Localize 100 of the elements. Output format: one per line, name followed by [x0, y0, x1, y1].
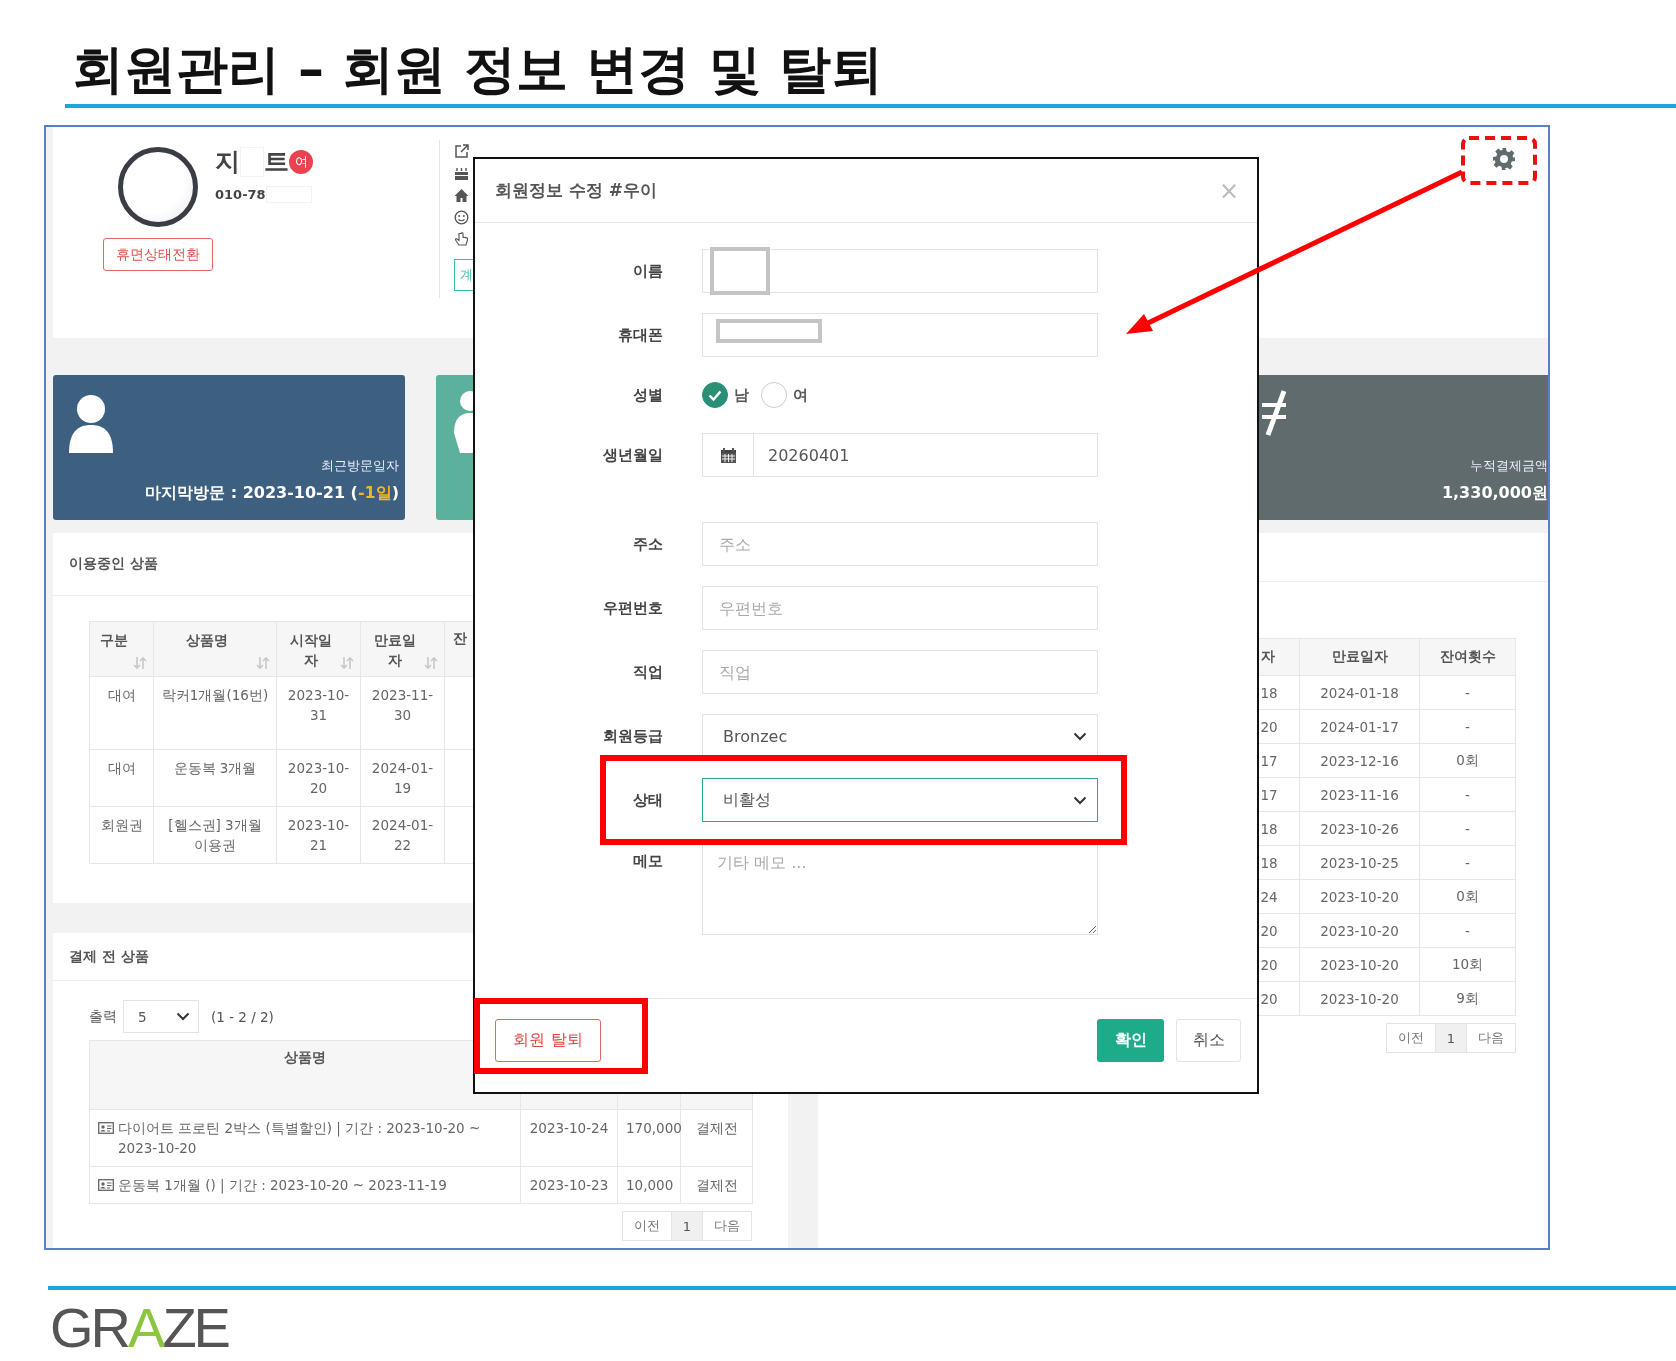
table-cell: 대여 — [107, 687, 136, 703]
table-cell: 2024-01-22 — [371, 817, 434, 853]
table-cell: 18 — [1260, 684, 1278, 701]
sort-icon[interactable] — [133, 656, 147, 670]
table-cell: 2024-01-17 — [1320, 718, 1399, 735]
chevron-icon — [1073, 731, 1087, 741]
check-icon — [708, 389, 722, 401]
table-cell: 170,000 — [626, 1120, 682, 1136]
member-name: 지 — [215, 146, 240, 178]
select-field[interactable]: Bronzec — [702, 714, 1098, 758]
sort-icon[interactable] — [256, 656, 270, 670]
table-cell: 0회 — [1456, 751, 1479, 768]
page-button[interactable]: 이전 — [621, 1211, 672, 1241]
stat-value: 마지막방문 : 2023-10-21 (-1일) — [145, 483, 399, 504]
table-cell: 2023-12-16 — [1320, 752, 1399, 769]
column-header[interactable]: 자 — [1260, 648, 1275, 664]
withdraw-button[interactable]: 회원 탈퇴 — [495, 1019, 601, 1062]
logo: GRAZE — [50, 1300, 228, 1356]
field-label: 휴대폰 — [618, 325, 663, 345]
input-field[interactable]: 주소 — [702, 522, 1098, 566]
id-card-icon — [98, 1179, 114, 1191]
column-header[interactable]: 상품명 — [284, 1049, 326, 1065]
home-icon — [454, 188, 469, 203]
table-cell: 20 — [1260, 956, 1278, 973]
slide-title: 회원관리 – 회원 정보 변경 및 탈퇴 — [72, 38, 884, 101]
field-label: 생년월일 — [603, 445, 663, 465]
table-cell: 9회 — [1456, 989, 1479, 1006]
column-header[interactable]: 만료일자 — [1331, 648, 1388, 664]
table-cell: 2023-11-30 — [371, 687, 434, 723]
page-button[interactable]: 이전 — [1385, 1023, 1436, 1053]
currency-icon — [1262, 389, 1286, 437]
table-cell: 2023-10-20 — [1320, 956, 1399, 973]
calendar-icon — [719, 446, 737, 464]
id-card-icon — [98, 1122, 114, 1134]
table-cell: 20 — [1260, 718, 1278, 735]
gender-badge: 여 — [289, 149, 313, 174]
panel-title: 결제 전 상품 — [69, 947, 149, 966]
table-cell: 10,000 — [626, 1177, 674, 1193]
table-cell: 2024-01-19 — [371, 760, 434, 796]
table-cell: 2023-10-25 — [1320, 854, 1399, 871]
table-cell: 락커1개월(16번) — [161, 687, 269, 703]
sort-icon[interactable] — [424, 656, 438, 670]
memo-field[interactable]: 기타 메모 ... — [702, 842, 1098, 935]
field-label: 이름 — [633, 261, 663, 281]
table-cell: 결제전 — [695, 1120, 738, 1136]
table-cell: 2023-10-20 — [1320, 990, 1399, 1007]
result-range: (1 - 2 / 2) — [211, 1008, 274, 1025]
input-field[interactable]: 우편번호 — [702, 586, 1098, 630]
input-field[interactable]: 직업 — [702, 650, 1098, 694]
table-cell: 2023-11-16 — [1320, 786, 1399, 803]
table-cell: 2023-10-24 — [529, 1120, 609, 1136]
page-button[interactable]: 다음 — [702, 1211, 752, 1241]
table-cell: 2023-10-23 — [529, 1177, 609, 1193]
field-label: 메모 — [633, 852, 663, 871]
table-cell: 2023-10-31 — [287, 687, 350, 723]
table-cell: 10회 — [1451, 955, 1484, 972]
sort-icon[interactable] — [340, 656, 354, 670]
person-icon — [67, 393, 115, 453]
page-button[interactable]: 다음 — [1466, 1023, 1516, 1053]
chevron-icon — [176, 1012, 190, 1021]
table-cell: 2023-10-20 — [1320, 922, 1399, 939]
table-cell: 회원권 — [100, 817, 143, 833]
cake-icon — [454, 166, 469, 181]
table-cell: 2023-10-21 — [287, 817, 350, 853]
table-cell: 2023-10-26 — [1320, 820, 1399, 837]
settings-icon[interactable] — [1492, 147, 1516, 171]
field-label: 출력 — [89, 1007, 117, 1026]
member-phone: 010-78 — [215, 187, 266, 202]
field-label: 주소 — [633, 534, 663, 554]
stat-label: 누적결제금액 — [1470, 457, 1548, 475]
member-name: 트 — [264, 146, 289, 178]
table-cell: 24 — [1260, 888, 1278, 905]
field-label: 성별 — [633, 385, 663, 405]
hand-icon — [454, 232, 469, 247]
table-cell: - — [1465, 820, 1470, 837]
select-field[interactable]: 비활성 — [702, 778, 1098, 822]
field-label: 직업 — [633, 662, 663, 682]
table-cell: - — [1465, 922, 1470, 939]
dormant-button[interactable]: 휴면상태전환 — [103, 238, 213, 271]
table-cell: 결제전 — [695, 1177, 738, 1193]
table-cell-text: 다이어트 프로틴 2박스 (특별할인) | 기간 : 2023-10-20 ~ 2023-10-20 — [118, 1119, 482, 1158]
column-header[interactable]: 구분 — [96, 630, 131, 650]
table-cell: - — [1465, 786, 1470, 803]
column-header[interactable]: 잔 — [452, 630, 467, 646]
date-field[interactable]: 20260401 — [702, 433, 1098, 477]
table-cell: 2023-10-20 — [287, 760, 350, 796]
chevron-icon — [1073, 795, 1087, 805]
table-cell: 18 — [1260, 854, 1278, 871]
table-cell: 17 — [1260, 786, 1278, 803]
field-label: 우편번호 — [603, 598, 663, 618]
table-cell: 2024-01-18 — [1320, 684, 1399, 701]
cancel-button[interactable]: 취소 — [1176, 1019, 1241, 1062]
stat-label: 최근방문일자 — [321, 457, 399, 475]
dialog-title: 회원정보 수정 #우이 — [495, 179, 658, 202]
page-size-select[interactable]: 5 — [123, 1000, 199, 1033]
table-cell: 운동복 3개월 — [173, 760, 257, 776]
table-cell-text: 운동복 1개월 () | 기간 : 2023-10-20 ~ 2023-11-19 — [118, 1176, 447, 1195]
external-link-icon — [454, 144, 469, 159]
field-label: 회원등급 — [603, 726, 663, 746]
table-cell: 20 — [1260, 922, 1278, 939]
